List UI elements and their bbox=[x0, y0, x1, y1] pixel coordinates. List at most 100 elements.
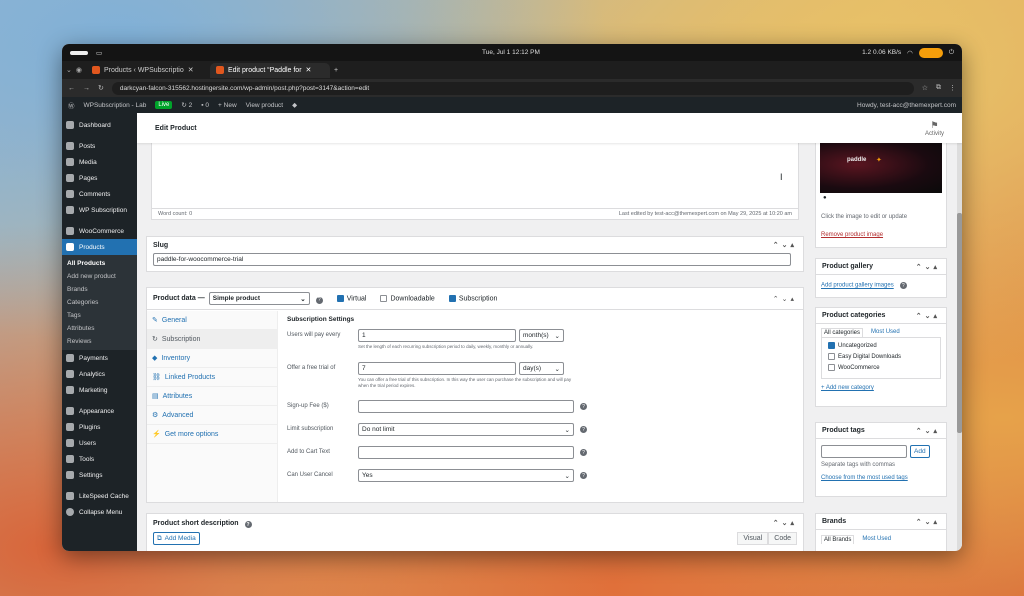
new-tab-button[interactable]: + bbox=[334, 67, 338, 74]
close-icon[interactable]: ✕ bbox=[306, 66, 312, 74]
sidebar-item-analytics[interactable]: Analytics bbox=[62, 366, 137, 382]
box-arrows[interactable]: ⌃⌄▴ bbox=[773, 241, 797, 249]
sidebar-item-appearance[interactable]: Appearance bbox=[62, 403, 137, 419]
help-icon[interactable]: ? bbox=[899, 282, 907, 289]
sidebar-item-marketing[interactable]: Marketing bbox=[62, 382, 137, 398]
tab-subscription[interactable]: ↻ Subscription bbox=[147, 330, 277, 349]
trial-unit-select[interactable]: day(s) ⌄ bbox=[519, 362, 564, 375]
menu-icon[interactable]: ⋮ bbox=[949, 84, 956, 92]
tab-linked-products[interactable]: ⛓ Linked Products bbox=[147, 368, 277, 387]
help-icon[interactable]: ? bbox=[580, 426, 587, 433]
url-field[interactable]: darkcyan-falcon-315562.hostingersite.com… bbox=[111, 81, 914, 95]
category-uncategorized[interactable]: Uncategorized bbox=[828, 341, 934, 352]
activity-button[interactable]: ⚑ Activity bbox=[925, 120, 944, 137]
forward-icon[interactable]: → bbox=[83, 85, 90, 92]
tab-all-categories[interactable]: All categories bbox=[821, 328, 864, 337]
code-tab[interactable]: Code bbox=[768, 532, 797, 545]
view-product-link[interactable]: View product bbox=[246, 102, 283, 109]
tab-products[interactable]: Products ‹ WPSubscriptio ✕ bbox=[86, 63, 206, 78]
close-icon[interactable]: ✕ bbox=[188, 66, 194, 74]
tab-inventory[interactable]: ◆ Inventory bbox=[147, 349, 277, 368]
sidebar-item-plugins[interactable]: Plugins bbox=[62, 419, 137, 435]
sidebar-item-users[interactable]: Users bbox=[62, 435, 137, 451]
add-category-link[interactable]: + Add new category bbox=[821, 385, 874, 391]
slug-input[interactable]: paddle-for-woocommerce-trial bbox=[153, 253, 791, 266]
sidebar-item-wp-subscription[interactable]: WP Subscription bbox=[62, 202, 137, 218]
sidebar-collapse-menu[interactable]: Collapse Menu bbox=[62, 504, 137, 520]
add-tag-button[interactable]: Add bbox=[910, 445, 930, 458]
recording-indicator[interactable] bbox=[918, 47, 943, 58]
product-type-select[interactable]: Simple product ⌄ bbox=[208, 292, 310, 305]
tab-list-button[interactable]: ⌄ bbox=[66, 66, 72, 74]
virtual-checkbox[interactable]: Virtual bbox=[336, 294, 366, 302]
editor-area[interactable]: I bbox=[152, 136, 798, 209]
box-arrows[interactable]: ⌃⌄▴ bbox=[916, 312, 940, 320]
tab-most-used-brands[interactable]: Most Used bbox=[860, 535, 893, 544]
sidebar-item-dashboard[interactable]: Dashboard bbox=[62, 117, 137, 133]
tab-general[interactable]: ✎ General bbox=[147, 311, 277, 330]
remove-image-link[interactable]: Remove product image bbox=[821, 232, 883, 238]
activities-pill[interactable] bbox=[70, 50, 88, 55]
howdy-user[interactable]: Howdy, test-acc@themexpert.com bbox=[857, 102, 956, 109]
wordpress-logo-icon[interactable]: Ⓦ bbox=[68, 100, 75, 110]
trial-input[interactable]: 7 bbox=[358, 362, 516, 375]
reload-icon[interactable]: ↻ bbox=[98, 84, 104, 92]
help-icon[interactable]: ? bbox=[580, 472, 587, 479]
category-woocommerce[interactable]: WooCommerce bbox=[828, 363, 934, 374]
help-icon[interactable]: ? bbox=[315, 296, 323, 304]
submenu-reviews[interactable]: Reviews bbox=[62, 335, 137, 348]
page-scrollbar[interactable] bbox=[957, 113, 962, 551]
help-icon[interactable]: ? bbox=[580, 403, 587, 410]
choose-tags-link[interactable]: Choose from the most used tags bbox=[821, 475, 908, 481]
product-image[interactable]: paddle ✦ bbox=[820, 136, 942, 193]
submenu-categories[interactable]: Categories bbox=[62, 296, 137, 309]
sidebar-item-media[interactable]: Media bbox=[62, 154, 137, 170]
sidebar-item-comments[interactable]: Comments bbox=[62, 186, 137, 202]
signup-fee-input[interactable] bbox=[358, 400, 574, 413]
can-cancel-select[interactable]: Yes ⌄ bbox=[358, 469, 574, 482]
box-arrows[interactable]: ⌃⌄▴ bbox=[916, 263, 940, 271]
pay-unit-select[interactable]: month(s) ⌄ bbox=[519, 329, 564, 342]
pay-every-input[interactable]: 1 bbox=[358, 329, 516, 342]
downloadable-checkbox[interactable]: Downloadable bbox=[380, 294, 435, 302]
tab-edit-product[interactable]: Edit product “Paddle for ✕ bbox=[209, 62, 330, 78]
visual-tab[interactable]: Visual bbox=[737, 532, 769, 545]
tab-most-used-categories[interactable]: Most Used bbox=[869, 328, 902, 337]
back-icon[interactable]: ← bbox=[68, 85, 75, 92]
category-edd[interactable]: Easy Digital Downloads bbox=[828, 352, 934, 363]
site-name[interactable]: WPSubscription - Lab bbox=[84, 102, 147, 109]
sidebar-item-posts[interactable]: Posts bbox=[62, 138, 137, 154]
sidebar-item-pages[interactable]: Pages bbox=[62, 170, 137, 186]
tab-get-more-options[interactable]: ⚡ Get more options bbox=[147, 425, 277, 444]
power-icon[interactable]: ⏻ bbox=[949, 49, 954, 57]
tag-input[interactable] bbox=[821, 445, 907, 458]
help-icon[interactable]: ? bbox=[244, 521, 252, 528]
box-arrows[interactable]: ⌃⌄▴ bbox=[916, 427, 940, 435]
tab-advanced[interactable]: ⚙ Advanced bbox=[147, 406, 277, 425]
star-icon[interactable]: ☆ bbox=[922, 84, 928, 92]
clock[interactable]: Tue, Jul 1 12:12 PM bbox=[482, 49, 540, 56]
box-arrows[interactable]: ⌃⌄▴ bbox=[773, 519, 797, 527]
cart-text-input[interactable] bbox=[358, 446, 574, 459]
sidebar-item-products[interactable]: Products bbox=[62, 239, 137, 255]
new-link[interactable]: + New bbox=[218, 102, 237, 109]
sidebar-item-woocommerce[interactable]: WooCommerce bbox=[62, 223, 137, 239]
box-arrows[interactable]: ⌃⌄▴ bbox=[916, 518, 940, 526]
extensions-icon[interactable]: ⧉ bbox=[936, 84, 941, 92]
help-icon[interactable]: ? bbox=[580, 449, 587, 456]
submenu-all-products[interactable]: All Products bbox=[62, 257, 137, 270]
subscription-checkbox[interactable]: Subscription bbox=[448, 294, 497, 302]
tab-attributes[interactable]: ▤ Attributes bbox=[147, 387, 277, 406]
tab-all-brands[interactable]: All Brands bbox=[821, 535, 855, 544]
add-media-button[interactable]: ⧉ Add Media bbox=[153, 532, 200, 545]
submenu-tags[interactable]: Tags bbox=[62, 309, 137, 322]
limit-select[interactable]: Do not limit ⌄ bbox=[358, 423, 574, 436]
diamond-icon[interactable]: ◆ bbox=[292, 101, 297, 109]
sidebar-item-litespeed[interactable]: LiteSpeed Cache bbox=[62, 488, 137, 504]
updates-link[interactable]: ↻ 2 bbox=[181, 101, 192, 109]
sidebar-item-tools[interactable]: Tools bbox=[62, 451, 137, 467]
comments-link[interactable]: ▪ 0 bbox=[201, 102, 209, 109]
box-arrows[interactable]: ⌃⌄▴ bbox=[773, 295, 797, 303]
submenu-add-new-product[interactable]: Add new product bbox=[62, 270, 137, 283]
submenu-attributes[interactable]: Attributes bbox=[62, 322, 137, 335]
